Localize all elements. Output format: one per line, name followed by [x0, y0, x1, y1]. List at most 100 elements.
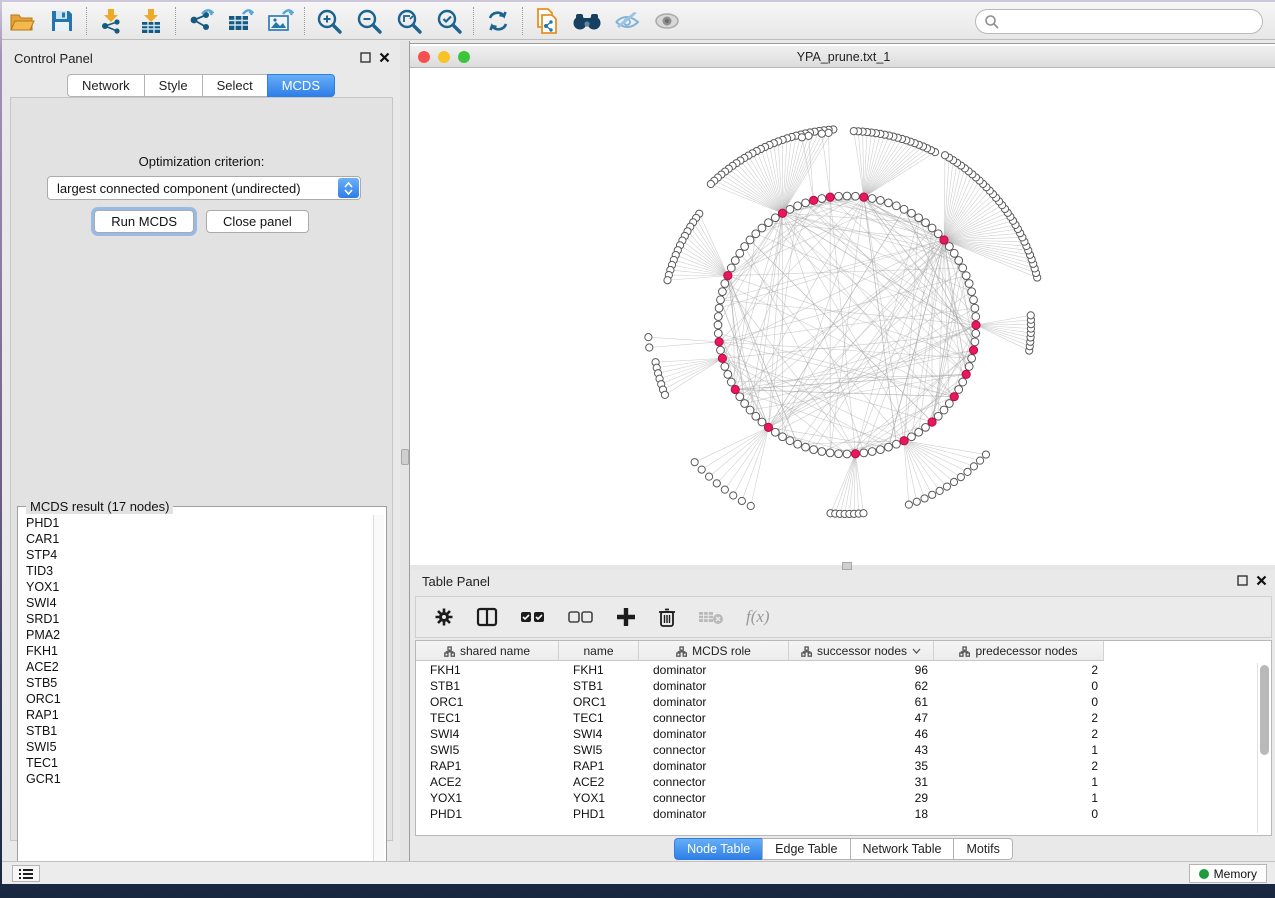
graph-ring-node[interactable] — [940, 406, 948, 414]
zoom-out-button[interactable] — [349, 5, 389, 37]
first-neighbors-button[interactable] — [567, 5, 607, 37]
graph-leaf-node[interactable] — [941, 152, 948, 159]
export-table-button[interactable] — [220, 5, 260, 37]
graph-leaf-node[interactable] — [929, 491, 936, 498]
graph-dominator-node[interactable] — [950, 393, 958, 401]
function-builder-icon[interactable]: f(x) — [746, 607, 770, 627]
graph-dominator-node[interactable] — [810, 196, 818, 204]
mcds-result-item[interactable]: SWI5 — [26, 739, 374, 755]
close-panel-icon[interactable] — [379, 52, 390, 63]
graph-leaf-node[interactable] — [825, 129, 832, 136]
search-input[interactable] — [1000, 15, 1262, 29]
graph-leaf-node[interactable] — [730, 492, 737, 499]
graph-ring-node[interactable] — [922, 219, 930, 227]
graph-ring-node[interactable] — [736, 249, 744, 257]
graph-ring-node[interactable] — [972, 313, 980, 321]
graph-dominator-node[interactable] — [778, 209, 786, 217]
graph-ring-node[interactable] — [794, 202, 802, 210]
graph-ring-node[interactable] — [843, 450, 851, 458]
graph-leaf-node[interactable] — [664, 277, 671, 284]
graph-ring-node[interactable] — [741, 400, 749, 408]
graph-leaf-node[interactable] — [860, 510, 867, 517]
mcds-result-item[interactable]: ORC1 — [26, 691, 374, 707]
graph-leaf-node[interactable] — [721, 486, 728, 493]
graph-dominator-node[interactable] — [860, 193, 868, 201]
clone-network-button[interactable] — [527, 5, 567, 37]
graph-ring-node[interactable] — [868, 448, 876, 456]
graph-ring-node[interactable] — [915, 214, 923, 222]
table-row[interactable]: YOX1YOX1connector291 — [416, 790, 1256, 806]
graph-ring-node[interactable] — [746, 406, 754, 414]
run-mcds-button[interactable]: Run MCDS — [94, 210, 194, 233]
graph-leaf-node[interactable] — [713, 480, 720, 487]
graph-leaf-node[interactable] — [645, 334, 652, 341]
graph-ring-node[interactable] — [970, 296, 978, 304]
graph-ring-node[interactable] — [802, 199, 810, 207]
graph-ring-node[interactable] — [714, 330, 722, 338]
graph-ring-node[interactable] — [786, 437, 794, 445]
column-header-predecessor-nodes[interactable]: predecessor nodes — [934, 641, 1104, 661]
graph-dominator-node[interactable] — [969, 346, 977, 354]
graph-ring-node[interactable] — [721, 280, 729, 288]
table-row[interactable]: PHD1PHD1dominator180 — [416, 806, 1256, 822]
tab-node-table[interactable]: Node Table — [674, 838, 762, 860]
mcds-result-item[interactable]: SRD1 — [26, 611, 374, 627]
graph-ring-node[interactable] — [843, 192, 851, 200]
mcds-result-item[interactable]: PMA2 — [26, 627, 374, 643]
graph-ring-node[interactable] — [835, 450, 843, 458]
graph-ring-node[interactable] — [818, 448, 826, 456]
mcds-result-scrollbar[interactable] — [373, 515, 384, 873]
graph-ring-node[interactable] — [818, 195, 826, 203]
graph-leaf-node[interactable] — [936, 487, 943, 494]
graph-leaf-node[interactable] — [1027, 312, 1034, 319]
graph-ring-node[interactable] — [876, 196, 884, 204]
graph-ring-node[interactable] — [955, 386, 963, 394]
graph-ring-node[interactable] — [718, 288, 726, 296]
graph-leaf-node[interactable] — [850, 128, 857, 135]
graph-ring-node[interactable] — [971, 304, 979, 312]
graph-ring-node[interactable] — [972, 330, 980, 338]
mcds-result-item[interactable]: CAR1 — [26, 531, 374, 547]
graph-ring-node[interactable] — [746, 236, 754, 244]
graph-leaf-node[interactable] — [705, 473, 712, 480]
graph-ring-node[interactable] — [968, 288, 976, 296]
table-row[interactable]: SWI5SWI5connector431 — [416, 742, 1256, 758]
graph-dominator-node[interactable] — [731, 385, 739, 393]
tab-select[interactable]: Select — [202, 74, 267, 97]
graph-dominator-node[interactable] — [972, 321, 980, 329]
table-options-icon[interactable] — [434, 607, 454, 627]
search-field[interactable] — [975, 9, 1263, 34]
graph-dominator-node[interactable] — [715, 338, 723, 346]
zoom-selected-button[interactable] — [429, 5, 469, 37]
apply-layout-button[interactable] — [478, 5, 518, 37]
graph-ring-node[interactable] — [908, 433, 916, 441]
column-header-successor-nodes[interactable]: successor nodes — [789, 641, 934, 661]
graph-ring-node[interactable] — [752, 412, 760, 420]
tab-edge-table[interactable]: Edge Table — [762, 838, 849, 860]
graph-ring-node[interactable] — [786, 205, 794, 213]
graph-ring-node[interactable] — [724, 370, 732, 378]
graph-leaf-node[interactable] — [913, 498, 920, 505]
graph-leaf-node[interactable] — [982, 451, 989, 458]
graph-dominator-node[interactable] — [928, 418, 936, 426]
deselect-all-rows-icon[interactable] — [568, 610, 594, 624]
import-network-button[interactable] — [91, 5, 131, 37]
graph-leaf-node[interactable] — [747, 502, 754, 509]
mcds-result-item[interactable]: STP4 — [26, 547, 374, 563]
tab-motifs[interactable]: Motifs — [953, 838, 1012, 860]
graph-ring-node[interactable] — [826, 449, 834, 457]
mcds-result-item[interactable]: FKH1 — [26, 643, 374, 659]
import-table-button[interactable] — [131, 5, 171, 37]
criterion-dropdown[interactable]: largest connected component (undirected) — [47, 176, 361, 200]
mcds-result-item[interactable]: STB5 — [26, 675, 374, 691]
graph-leaf-node[interactable] — [976, 457, 983, 464]
tab-network[interactable]: Network — [67, 74, 144, 97]
mcds-result-item[interactable]: TEC1 — [26, 755, 374, 771]
tab-network-table[interactable]: Network Table — [850, 838, 954, 860]
graph-leaf-node[interactable] — [798, 134, 805, 141]
zoom-in-button[interactable] — [309, 5, 349, 37]
add-row-icon[interactable] — [616, 607, 636, 627]
graph-ring-node[interactable] — [758, 224, 766, 232]
network-window-titlebar[interactable]: YPA_prune.txt_1 — [410, 46, 1275, 68]
mcds-result-item[interactable]: GCR1 — [26, 771, 374, 787]
